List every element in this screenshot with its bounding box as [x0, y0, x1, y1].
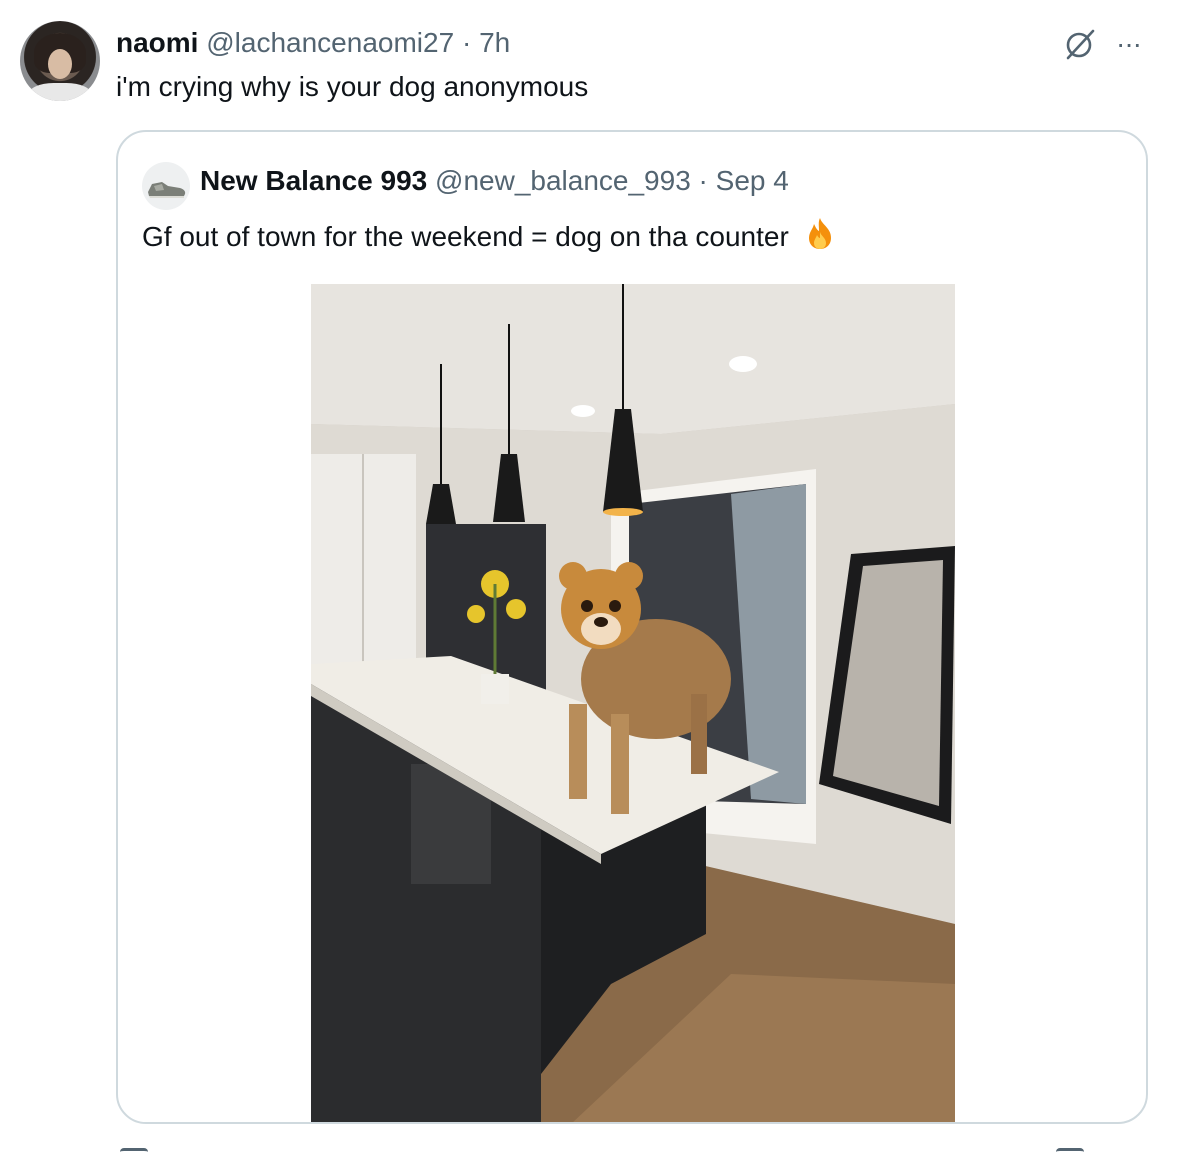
tweet-text: i'm crying why is your dog anonymous	[116, 71, 589, 102]
sneaker-avatar[interactable]	[142, 162, 190, 210]
quoted-tweet-text: Gf out of town for the weekend = dog on …	[142, 221, 789, 252]
meta-separator: ·	[461, 27, 472, 58]
avatar-shirt	[28, 83, 92, 101]
avatar-face	[48, 49, 72, 79]
tweet-time[interactable]: 7h	[479, 27, 510, 58]
author-handle[interactable]: @lachancenaomi27	[206, 27, 454, 58]
kitchen-scene	[311, 284, 955, 1122]
quoted-meta-separator: ·	[698, 165, 708, 196]
kitchen-dog-photo[interactable]	[311, 284, 955, 1122]
action-bar	[116, 1148, 1148, 1156]
author-name[interactable]: naomi	[116, 27, 198, 58]
quoted-tweet-date[interactable]: Sep 4	[716, 165, 789, 196]
more-icon[interactable]: ···	[1116, 28, 1142, 60]
grok-icon[interactable]	[1062, 26, 1098, 62]
quoted-tweet-text-line: Gf out of town for the weekend = dog on …	[142, 216, 837, 254]
user-avatar[interactable]	[20, 21, 100, 101]
quoted-author-handle[interactable]: @new_balance_993	[435, 165, 691, 196]
tweet-header: naomi @lachancenaomi27 · 7h	[116, 26, 510, 60]
quoted-tweet-card[interactable]: New Balance 993 @new_balance_993 · Sep 4…	[116, 130, 1148, 1124]
quoted-tweet-header: New Balance 993 @new_balance_993 · Sep 4	[200, 164, 789, 198]
fire-icon	[808, 218, 831, 249]
sneaker-icon	[148, 182, 186, 198]
quoted-author-name[interactable]: New Balance 993	[200, 165, 427, 196]
